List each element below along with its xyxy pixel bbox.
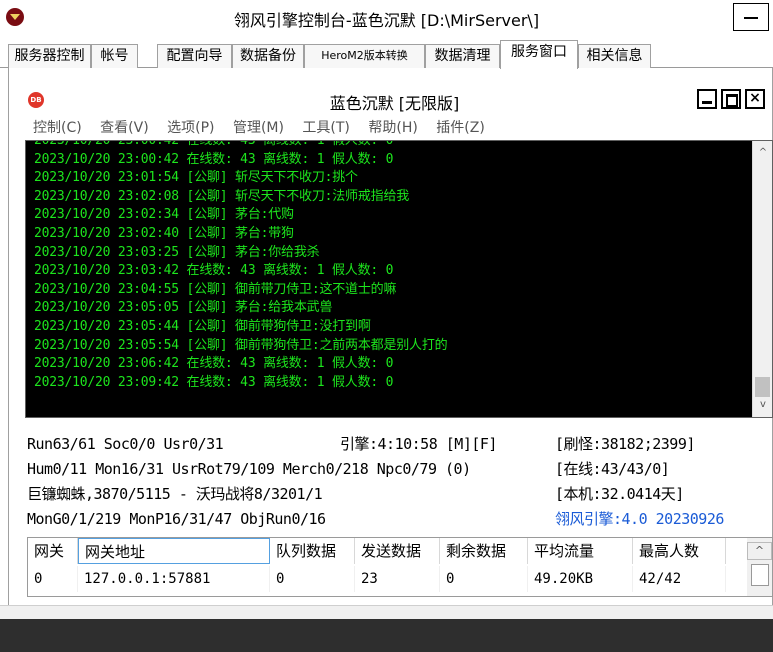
log-console[interactable]: 2023/10/20 23:00:42 在线数: 43 离线数: 1 假人数: … xyxy=(25,140,773,418)
cell-remaining-data: 0 xyxy=(440,566,528,592)
log-line: 2023/10/20 23:02:40 [公聊] 茅台:带狗 xyxy=(34,225,294,241)
online-count: [在线:43/43/0] xyxy=(555,460,670,478)
log-line: 2023/10/20 23:05:05 [公聊] 茅台:给我本武兽 xyxy=(34,300,333,316)
col-max-users[interactable]: 最高人数 xyxy=(633,538,726,564)
table-scroll-up-icon[interactable]: ^ xyxy=(747,542,772,560)
log-line: 2023/10/20 23:00:42 在线数: 43 离线数: 1 假人数: … xyxy=(34,151,394,167)
inner-close-button[interactable]: × xyxy=(745,89,765,109)
tab-service-window[interactable]: 服务窗口 xyxy=(500,40,578,69)
menu-options[interactable]: 选项(P) xyxy=(167,120,214,136)
menu-view[interactable]: 查看(V) xyxy=(100,120,149,136)
menu-help[interactable]: 帮助(H) xyxy=(368,120,417,136)
gateway-table: 网关 网关地址 队列数据 发送数据 剩余数据 平均流量 最高人数 0 127.0… xyxy=(27,537,773,597)
log-line: 2023/10/20 23:01:54 [公聊] 斩尽天下不收刀:挑个 xyxy=(34,170,358,186)
tab-herom2-convert[interactable]: HeroM2版本转换 xyxy=(304,44,425,68)
log-line: 2023/10/20 23:02:08 [公聊] 斩尽天下不收刀:法师戒指给我 xyxy=(34,188,410,204)
inner-menu-bar: 控制(C) 查看(V) 选项(P) 管理(M) 工具(T) 帮助(H) 插件(Z… xyxy=(33,117,499,137)
tab-config-wizard[interactable]: 配置向导 xyxy=(157,44,232,68)
cell-gateway: 0 xyxy=(28,566,78,592)
minimize-icon xyxy=(744,17,758,19)
cell-gateway-address: 127.0.0.1:57881 xyxy=(78,566,270,592)
col-remaining-data[interactable]: 剩余数据 xyxy=(440,538,528,564)
mongen-status: MonG0/1/219 MonP16/31/47 ObjRun0/16 xyxy=(27,510,326,528)
monster-refresh: [刷怪:38182;2399] xyxy=(555,435,695,453)
run-status: Run63/61 Soc0/0 Usr0/31 xyxy=(27,435,224,453)
inner-window-title: 蓝色沉默 [无限版] xyxy=(329,94,460,113)
cell-avg-traffic: 49.20KB xyxy=(528,566,633,592)
log-line: 2023/10/20 23:00:42 在线数: 43 离线数: 1 假人数: … xyxy=(34,140,394,148)
boss-status: 巨镰蜘蛛,3870/5115 - 沃玛战将8/3201/1 xyxy=(27,485,323,503)
inner-maximize-button[interactable] xyxy=(721,89,741,109)
log-line: 2023/10/20 23:02:34 [公聊] 茅台:代购 xyxy=(34,207,294,223)
console-scroll-thumb[interactable] xyxy=(755,377,770,397)
tab-data-cleanup[interactable]: 数据清理 xyxy=(425,44,500,68)
window-title: 翎风引擎控制台-蓝色沉默 [D:\MirServer\] xyxy=(233,11,540,30)
log-line: 2023/10/20 23:04:55 [公聊] 御前带刀侍卫:这不道士的嘛 xyxy=(34,281,397,297)
main-tab-bar: 服务器控制 帐号 配置向导 数据备份 HeroM2版本转换 数据清理 服务窗口 … xyxy=(0,36,773,69)
cell-queue-data: 0 xyxy=(270,566,355,592)
log-line: 2023/10/20 23:03:42 在线数: 43 离线数: 1 假人数: … xyxy=(34,263,394,279)
table-scrollbar[interactable]: ^ xyxy=(747,538,772,596)
col-gateway[interactable]: 网关 xyxy=(28,538,78,564)
tab-related-info[interactable]: 相关信息 xyxy=(578,44,651,68)
local-uptime: [本机:32.0414天] xyxy=(555,485,684,503)
table-scroll-thumb[interactable] xyxy=(751,564,769,586)
taskbar xyxy=(0,619,773,652)
cell-sent-data: 23 xyxy=(355,566,440,592)
tab-data-backup[interactable]: 数据备份 xyxy=(232,44,304,68)
col-avg-traffic[interactable]: 平均流量 xyxy=(528,538,633,564)
col-queue-data[interactable]: 队列数据 xyxy=(270,538,355,564)
scroll-down-icon[interactable]: v xyxy=(753,396,772,414)
tab-server-control[interactable]: 服务器控制 xyxy=(8,44,91,68)
window-bottom-edge xyxy=(0,605,773,619)
cell-max-users: 42/42 xyxy=(633,566,726,592)
console-scrollbar[interactable]: ^ v xyxy=(752,141,772,417)
log-line: 2023/10/20 23:05:54 [公聊] 御前带狗侍卫:之前两本都是别人… xyxy=(34,337,448,353)
menu-plugins[interactable]: 插件(Z) xyxy=(436,120,485,136)
menu-control[interactable]: 控制(C) xyxy=(33,120,82,136)
log-line: 2023/10/20 23:06:42 在线数: 43 离线数: 1 假人数: … xyxy=(34,356,394,372)
log-line: 2023/10/20 23:05:44 [公聊] 御前带狗侍卫:没打到啊 xyxy=(34,318,371,334)
inner-title-bar: DB 蓝色沉默 [无限版] × xyxy=(16,86,773,114)
hum-status: Hum0/11 Mon16/31 UsrRot79/109 Merch0/218… xyxy=(27,460,471,478)
log-lines: 2023/10/20 23:00:42 在线数: 43 离线数: 1 假人数: … xyxy=(34,140,448,392)
tab-account[interactable]: 帐号 xyxy=(91,44,138,68)
inner-minimize-button[interactable] xyxy=(697,89,717,109)
menu-manage[interactable]: 管理(M) xyxy=(233,120,284,136)
log-line: 2023/10/20 23:03:25 [公聊] 茅台:你给我杀 xyxy=(34,244,320,260)
app-title-bar: 翎风引擎控制台-蓝色沉默 [D:\MirServer\] xyxy=(0,0,773,36)
engine-time: 引擎:4:10:58 [M][F] xyxy=(340,435,497,453)
menu-tools[interactable]: 工具(T) xyxy=(302,120,349,136)
col-gateway-address[interactable]: 网关地址 xyxy=(78,538,270,564)
scroll-up-icon[interactable]: ^ xyxy=(753,144,772,162)
minimize-button[interactable] xyxy=(733,3,769,31)
log-line: 2023/10/20 23:09:42 在线数: 43 离线数: 1 假人数: … xyxy=(34,374,394,390)
col-sent-data[interactable]: 发送数据 xyxy=(355,538,440,564)
engine-version: 翎风引擎:4.0 20230926 xyxy=(555,510,724,528)
